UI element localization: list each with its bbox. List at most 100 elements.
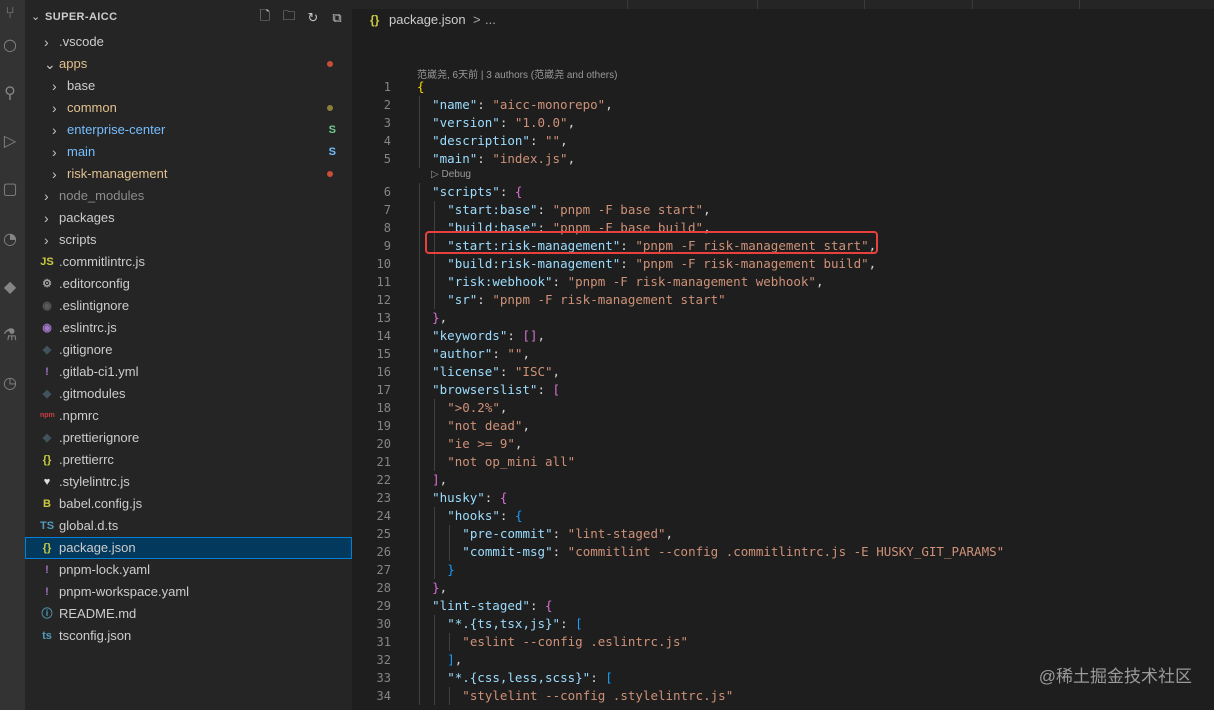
tree-file[interactable]: JS .commitlintrc.js	[25, 251, 352, 273]
code-line[interactable]: 29 "lint-staged": {	[352, 597, 1214, 615]
tree-folder[interactable]: › enterprise-center S	[25, 119, 352, 141]
run-debug-icon[interactable]: ▷	[0, 128, 20, 152]
git-graph-icon[interactable]: ⚲	[0, 80, 20, 104]
tree-folder[interactable]: › packages	[25, 207, 352, 229]
tree-file[interactable]: ◆ .gitmodules	[25, 383, 352, 405]
code-text: },	[432, 310, 448, 325]
tree-file[interactable]: {} package.json	[25, 537, 352, 559]
tree-file[interactable]: {} .prettierrc	[25, 449, 352, 471]
source-control-icon[interactable]: ⑂	[0, 0, 20, 24]
code-line[interactable]: 19 "not dead",	[352, 417, 1214, 435]
tree-file[interactable]: TS global.d.ts	[25, 515, 352, 537]
code-line[interactable]: 13},	[352, 309, 1214, 327]
code-line[interactable]: 4 "description": "",	[352, 132, 1214, 150]
code-text: "*.{ts,tsx,js}": [	[447, 616, 583, 631]
line-number: 21	[376, 455, 391, 469]
tree-folder[interactable]: › risk-management	[25, 163, 352, 185]
tree-item-label: tsconfig.json	[59, 628, 132, 643]
code-line[interactable]: 25 "pre-commit": "lint-staged",	[352, 525, 1214, 543]
search-icon[interactable]: ○	[0, 32, 20, 56]
tree-file[interactable]: Bbabel.config.js	[25, 493, 352, 515]
line-number: 33	[376, 671, 391, 685]
remote-icon[interactable]: ◔	[0, 226, 20, 250]
code-text: ],	[447, 652, 463, 667]
tree-file[interactable]: ◆ .gitignore	[25, 339, 352, 361]
code-text: "not dead",	[447, 418, 530, 433]
tree-folder[interactable]: ⌄ apps	[25, 53, 352, 75]
tree-file[interactable]: npm .npmrc	[25, 405, 352, 427]
code-line[interactable]: 24 "hooks": {	[352, 507, 1214, 525]
code-line[interactable]: 31 "eslint --config .eslintrc.js"	[352, 633, 1214, 651]
tree-item-label: pnpm-lock.yaml	[59, 562, 151, 577]
code-text: "not op_mini all"	[447, 454, 576, 469]
tree-folder[interactable]: › base	[25, 75, 352, 97]
code-line[interactable]: 6 "scripts": {	[352, 183, 1214, 201]
explorer-sidebar: ⌄ SUPER-AICC 🗋 🗀 ↻ ⧉ › .vscode ⌄ apps › base ›…	[25, 0, 352, 710]
timeline-icon[interactable]: ◷	[0, 370, 20, 394]
tree-folder[interactable]: › scripts	[25, 229, 352, 251]
tree-file[interactable]: ts tsconfig.json	[25, 625, 352, 647]
code-line[interactable]: 11 "risk:webhook": "pnpm -F risk-manageme…	[352, 273, 1214, 291]
modified-dot	[327, 61, 333, 67]
code-line[interactable]: 20 "ie >= 9",	[352, 435, 1214, 453]
code-line[interactable]: 3 "version": "1.0.0",	[352, 114, 1214, 132]
chevron-down-icon[interactable]: ⌄	[31, 10, 40, 23]
code-line[interactable]: 12 "sr": "pnpm -F risk-management start"	[352, 291, 1214, 309]
tree-file[interactable]: ⓘ README.md	[25, 603, 352, 625]
game-controller-icon[interactable]: ◆	[0, 274, 20, 298]
tree-file[interactable]: ! pnpm-lock.yaml	[25, 559, 352, 581]
code-line[interactable]: 26 "commit-msg": "commitlint --config .co…	[352, 543, 1214, 561]
test-flask-icon[interactable]: ⚗	[0, 322, 20, 346]
new-file-icon[interactable]: 🗋	[256, 9, 274, 27]
code-line[interactable]: 22],	[352, 471, 1214, 489]
workspace-title: SUPER-AICC	[45, 11, 118, 23]
code-line[interactable]: 14 "keywords": [],	[352, 327, 1214, 345]
tree-file[interactable]: ◆ .prettierignore	[25, 427, 352, 449]
tree-folder[interactable]: › .vscode	[25, 31, 352, 53]
debug-codelens[interactable]: ▷ Debug	[431, 169, 471, 180]
tree-item-label: global.d.ts	[59, 518, 119, 533]
chevron-right-icon: ›	[52, 122, 57, 138]
code-line[interactable]: 2 "name": "aicc-monorepo",	[352, 96, 1214, 114]
code-line[interactable]: 5 "main": "index.js",	[352, 150, 1214, 168]
line-number: 30	[376, 617, 391, 631]
code-line[interactable]: 23 "husky": {	[352, 489, 1214, 507]
code-line[interactable]: 28},	[352, 579, 1214, 597]
breadcrumb-file[interactable]: package.json	[389, 9, 466, 31]
tree-file[interactable]: ◉ .eslintignore	[25, 295, 352, 317]
code-line[interactable]: 30 "*.{ts,tsx,js}": [	[352, 615, 1214, 633]
explorer-header[interactable]: ⌄ SUPER-AICC 🗋 🗀 ↻ ⧉	[25, 9, 352, 29]
tree-file[interactable]: ! .gitlab-ci1.yml	[25, 361, 352, 383]
code-line[interactable]: 27}	[352, 561, 1214, 579]
breadcrumb-more[interactable]: ...	[485, 9, 496, 31]
code-line[interactable]: 15 "author": "",	[352, 345, 1214, 363]
code-editor[interactable]: 范崴尧, 6天前 | 3 authors (范崴尧 and others) ▷ …	[352, 31, 1214, 710]
tree-folder[interactable]: › common	[25, 97, 352, 119]
code-line[interactable]: 16 "license": "ISC",	[352, 363, 1214, 381]
code-line[interactable]: 18 ">0.2%",	[352, 399, 1214, 417]
tree-folder[interactable]: › main S	[25, 141, 352, 163]
code-line[interactable]: 7 "start:base": "pnpm -F base start",	[352, 201, 1214, 219]
tree-folder[interactable]: › node_modules	[25, 185, 352, 207]
chevron-right-icon: ›	[44, 34, 49, 50]
collapse-all-icon[interactable]: ⧉	[328, 9, 346, 27]
code-line[interactable]: 1{	[352, 78, 1214, 96]
code-text: "browserslist": [	[432, 382, 561, 397]
extensions-icon[interactable]: ▢	[0, 176, 20, 200]
refresh-icon[interactable]: ↻	[304, 9, 322, 27]
code-line[interactable]: 34 "stylelint --config .stylelintrc.js"	[352, 687, 1214, 705]
code-line[interactable]: 21 "not op_mini all"	[352, 453, 1214, 471]
tree-item-label: apps	[59, 56, 88, 71]
file-type-icon: !	[45, 366, 49, 378]
new-folder-icon[interactable]: 🗀	[280, 9, 298, 27]
line-number: 18	[376, 401, 391, 415]
modified-dot	[327, 105, 333, 111]
code-line[interactable]: 10 "build:risk-management": "pnpm -F risk…	[352, 255, 1214, 273]
tree-file[interactable]: ♥ .stylelintrc.js	[25, 471, 352, 493]
tree-file[interactable]: ⚙ .editorconfig	[25, 273, 352, 295]
tree-file[interactable]: ◉ .eslintrc.js	[25, 317, 352, 339]
tree-file[interactable]: ! pnpm-workspace.yaml	[25, 581, 352, 603]
tree-item-label: .eslintignore	[59, 298, 130, 313]
code-line[interactable]: 17 "browserslist": [	[352, 381, 1214, 399]
line-number: 5	[383, 152, 391, 166]
